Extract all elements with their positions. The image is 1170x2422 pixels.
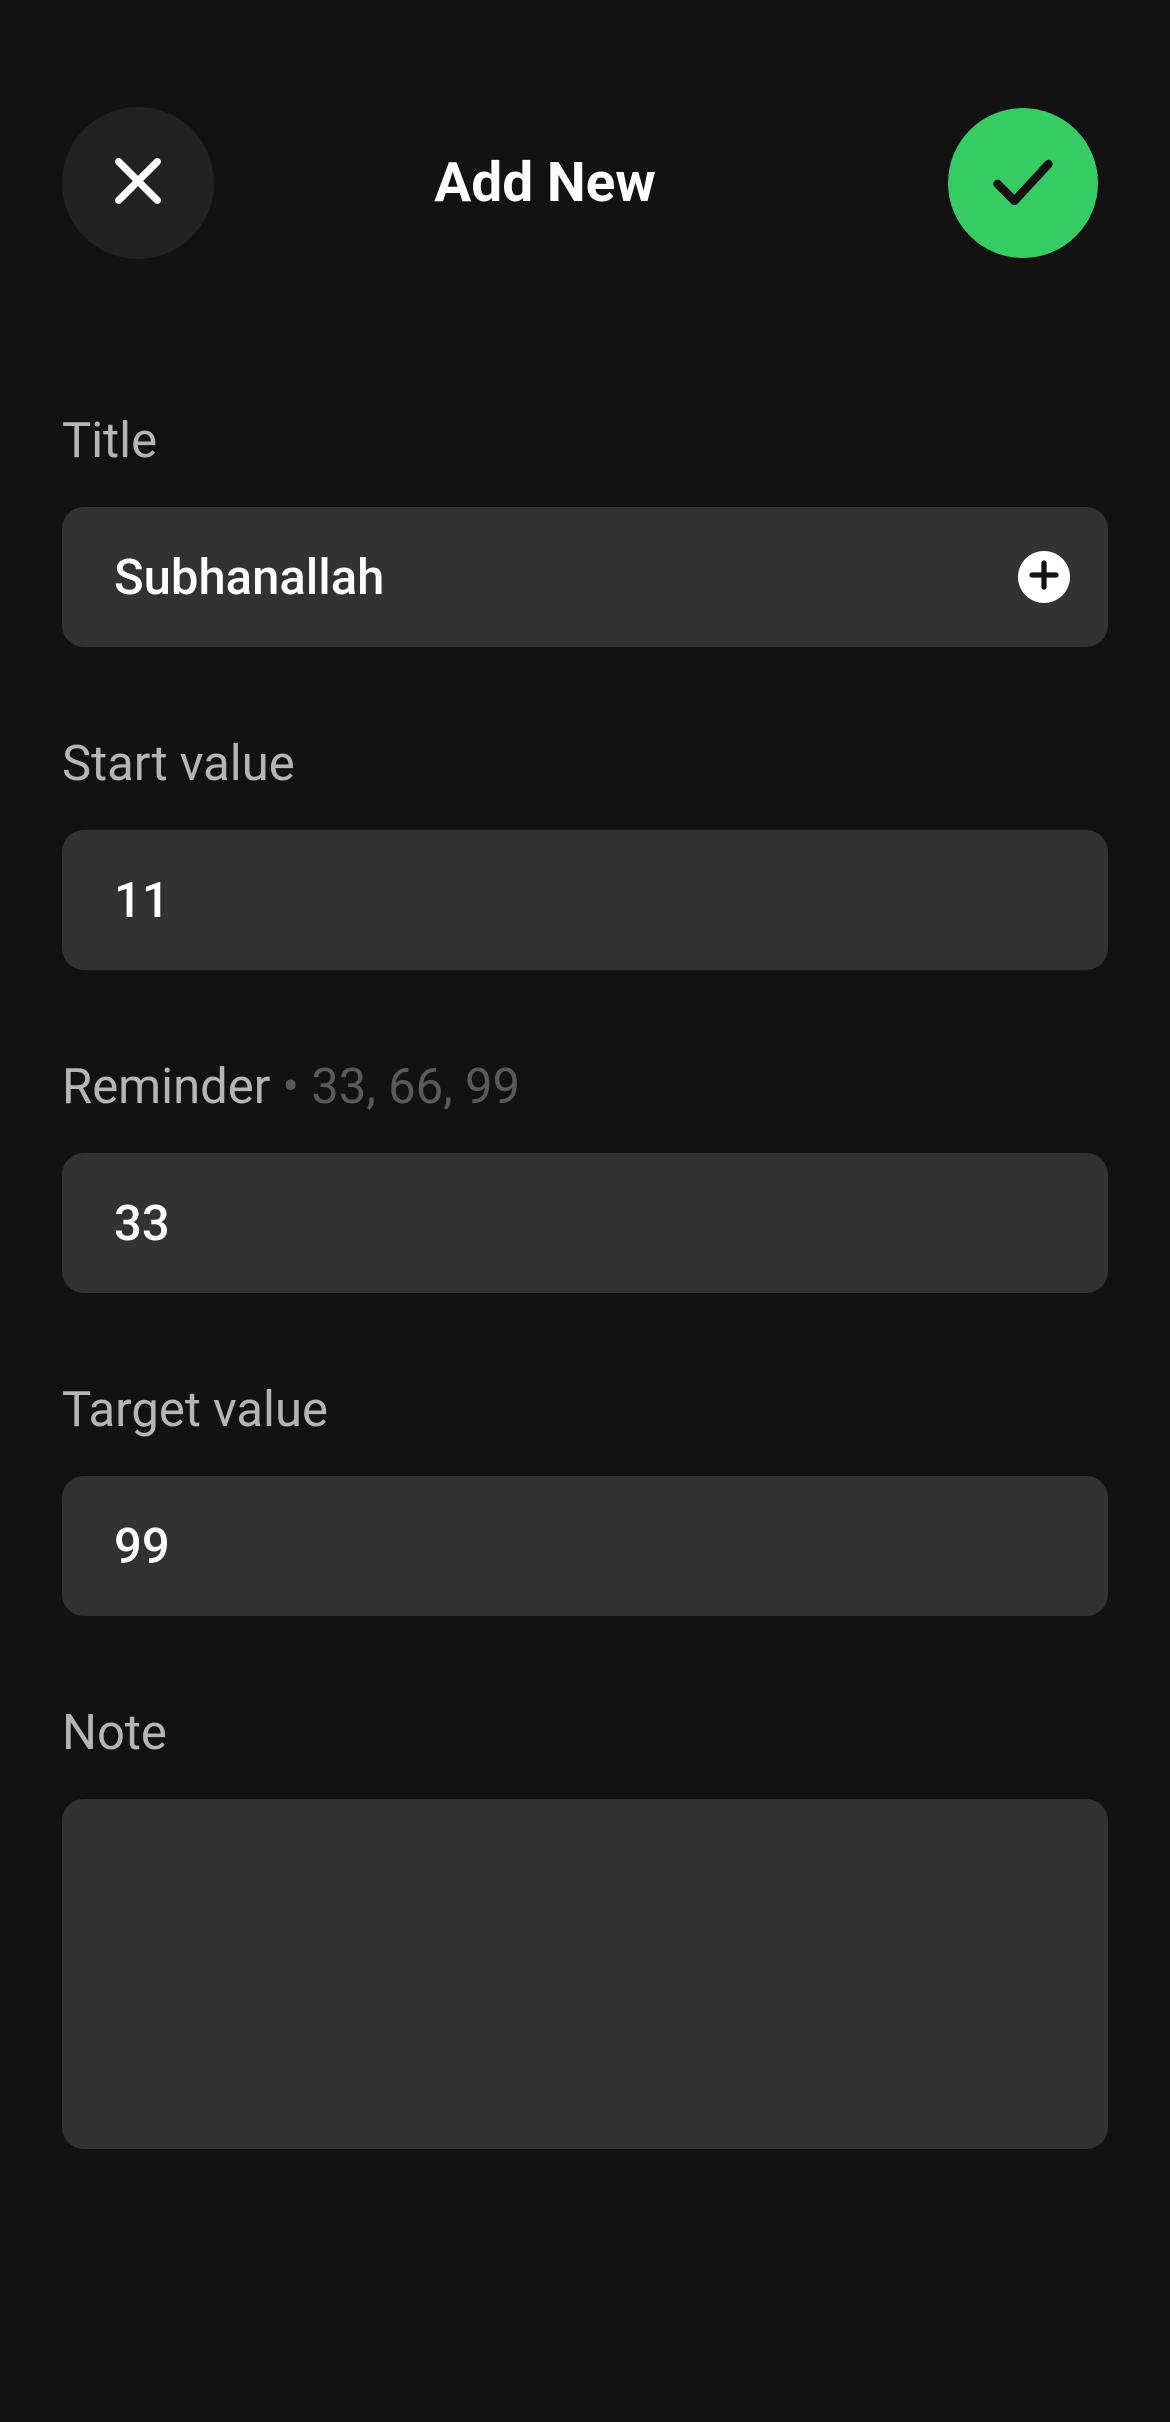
plus-icon xyxy=(1026,557,1062,597)
check-icon xyxy=(989,147,1057,219)
title-input-wrapper xyxy=(62,507,1108,647)
note-textarea-wrapper xyxy=(62,1799,1108,2149)
reminder-input[interactable] xyxy=(114,1195,1056,1252)
title-input[interactable] xyxy=(114,549,1056,606)
title-field-group: Title xyxy=(62,412,1108,647)
start-value-field-group: Start value xyxy=(62,735,1108,970)
reminder-label-text: Reminder xyxy=(62,1058,270,1115)
start-value-input[interactable] xyxy=(114,872,1056,929)
target-value-input[interactable] xyxy=(114,1518,1056,1575)
close-icon xyxy=(109,152,167,214)
note-field-group: Note xyxy=(62,1704,1108,2149)
reminder-input-wrapper xyxy=(62,1153,1108,1293)
start-value-label: Start value xyxy=(62,735,1108,792)
close-button[interactable] xyxy=(62,107,214,259)
start-value-input-wrapper xyxy=(62,830,1108,970)
note-textarea[interactable] xyxy=(114,1837,1056,2111)
title-label: Title xyxy=(62,412,1108,469)
reminder-field-group: Reminder • 33, 66, 99 xyxy=(62,1058,1108,1293)
reminder-hint: • 33, 66, 99 xyxy=(270,1058,520,1115)
page-title: Add New xyxy=(434,151,655,215)
reminder-label: Reminder • 33, 66, 99 xyxy=(62,1058,1108,1115)
note-label: Note xyxy=(62,1704,1108,1761)
target-value-label: Target value xyxy=(62,1381,1108,1438)
confirm-button[interactable] xyxy=(948,108,1098,258)
target-value-field-group: Target value xyxy=(62,1381,1108,1616)
title-add-button[interactable] xyxy=(1018,551,1070,603)
target-value-input-wrapper xyxy=(62,1476,1108,1616)
